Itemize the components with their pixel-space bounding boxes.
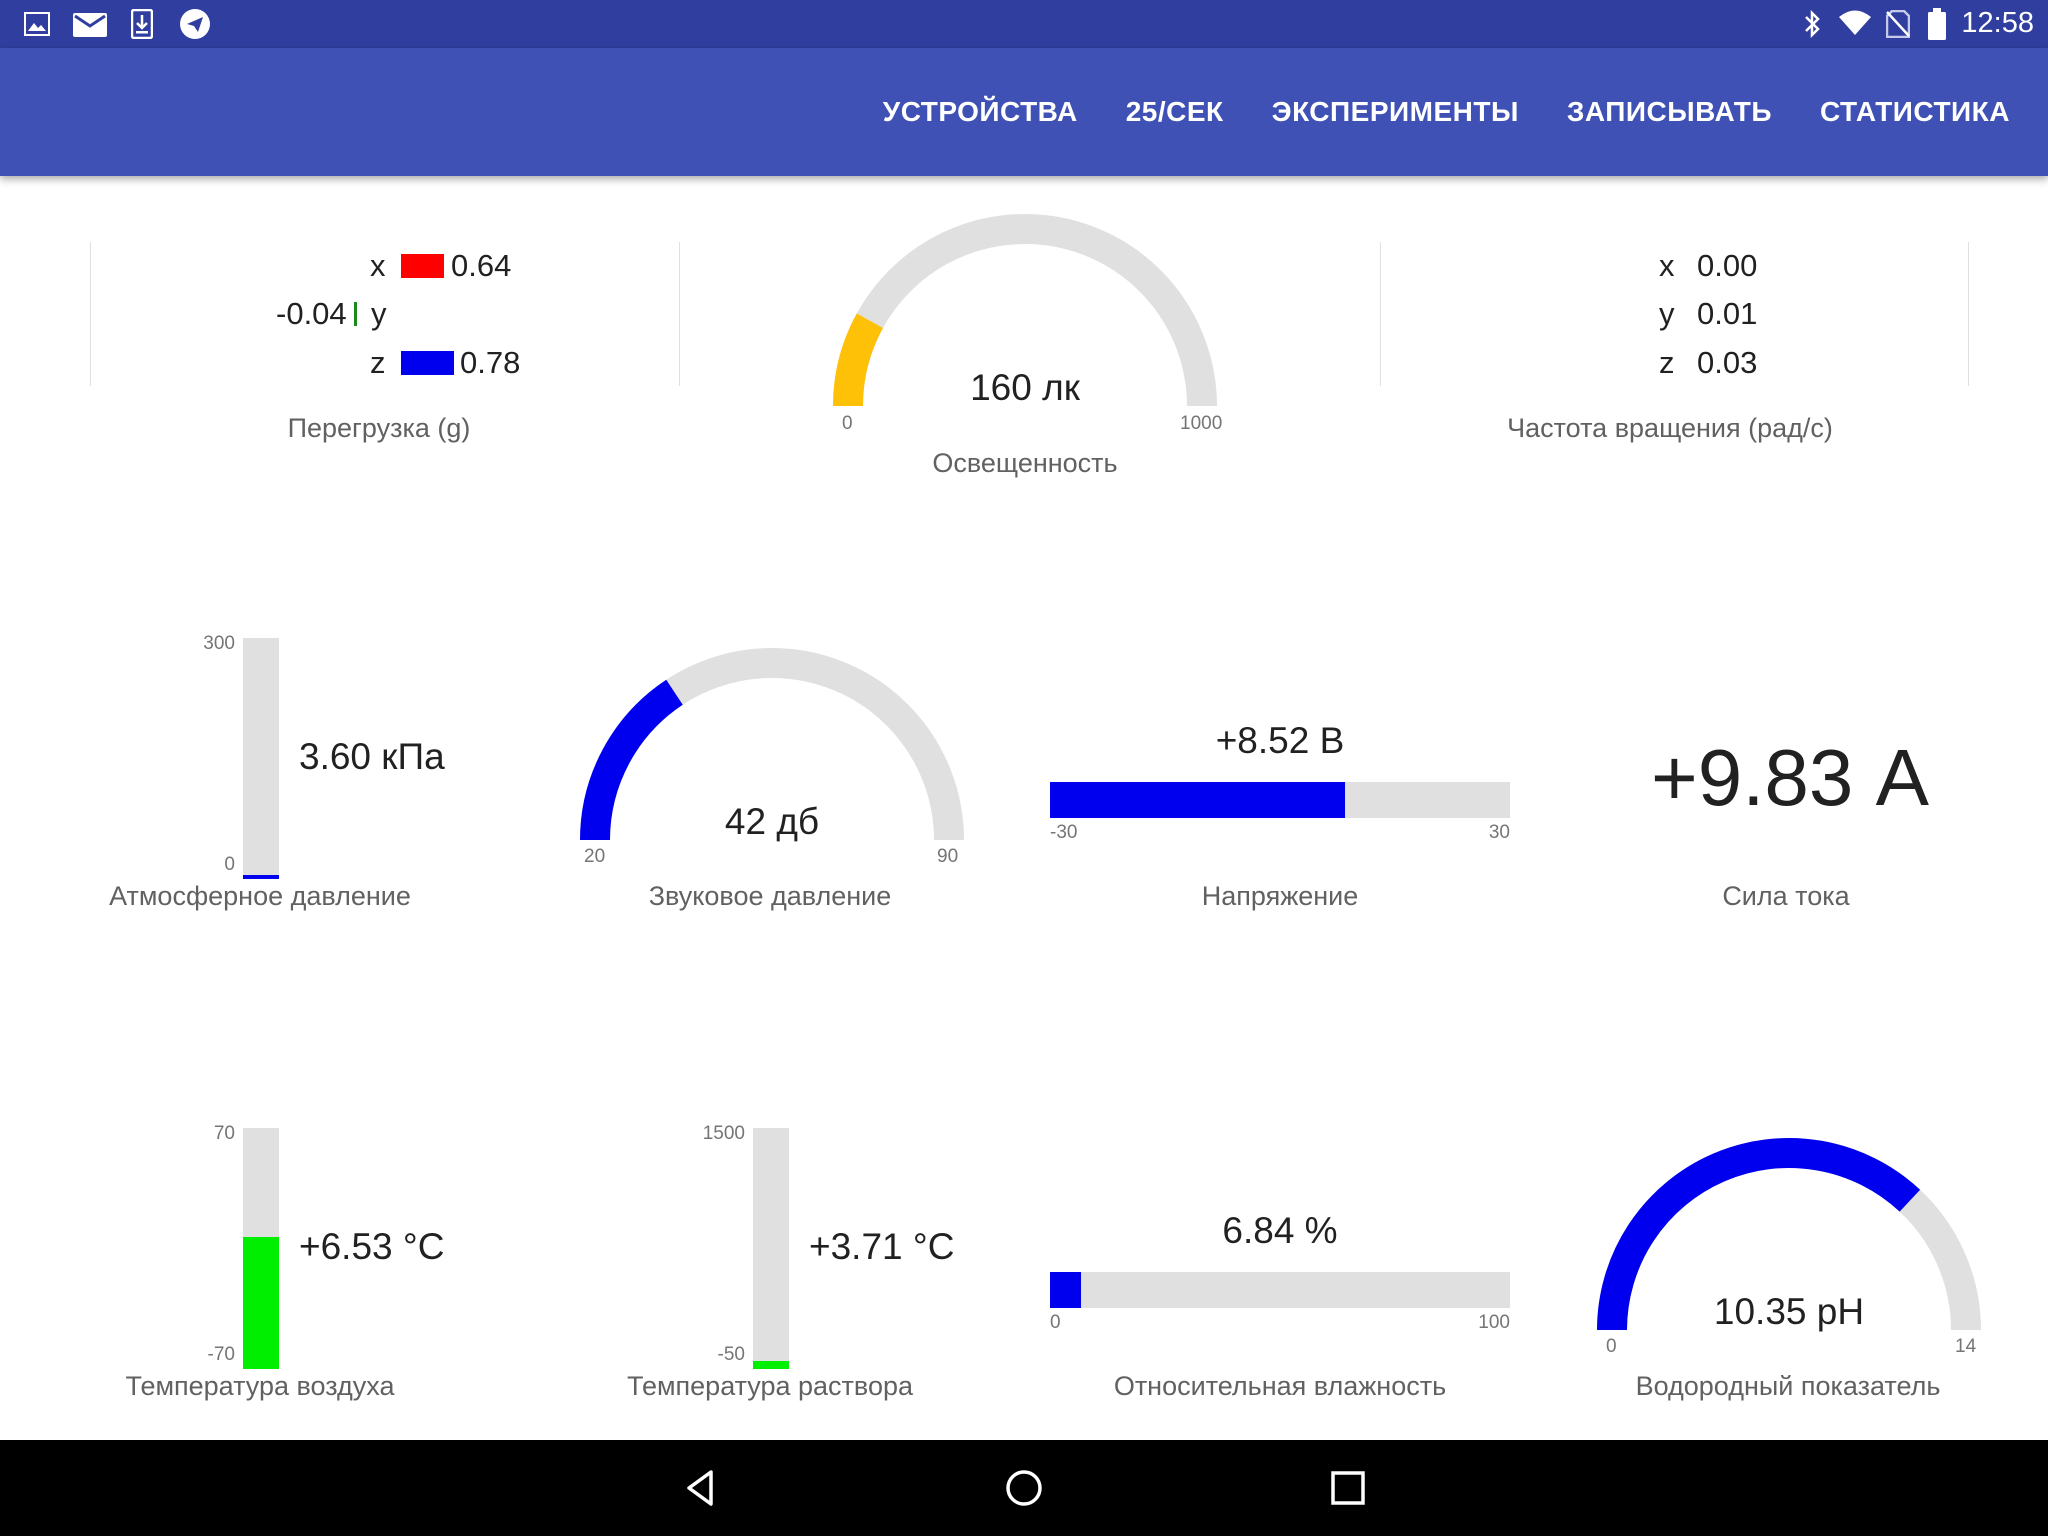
action-menu: УСТРОЙСТВА 25/СЕК ЭКСПЕРИМЕНТЫ ЗАПИСЫВАТ…	[859, 48, 2034, 176]
bluetooth-icon	[1805, 10, 1820, 38]
gauge-value: 160 лк	[970, 367, 1080, 408]
menu-devices[interactable]: УСТРОЙСТВА	[859, 96, 1102, 128]
vertical-bar-track	[243, 1128, 279, 1369]
bar-min: 0	[1050, 1312, 1061, 1333]
gauge-min: 0	[842, 413, 853, 434]
widget-label: Водородный показатель	[1635, 1371, 1941, 1401]
axis-label: x	[370, 248, 386, 283]
status-bar: 12:58	[0, 0, 2048, 48]
widget-label: Звуковое давление	[648, 881, 892, 911]
bar-max: 300	[203, 633, 235, 654]
navigation-bar	[0, 1440, 2048, 1536]
value-bar	[401, 351, 454, 375]
home-icon[interactable]	[1000, 1464, 1048, 1512]
widget-label: Относительная влажность	[1113, 1371, 1447, 1401]
horizontal-bar-fill	[1050, 782, 1346, 818]
bar-max: 70	[213, 1123, 235, 1144]
vertical-bar-track	[753, 1128, 789, 1369]
bar-value: 3.60 кПа	[299, 736, 445, 777]
bar-min: -70	[207, 1344, 235, 1365]
gauge-max: 90	[937, 846, 959, 867]
menu-rate[interactable]: 25/СЕК	[1102, 96, 1248, 128]
horizontal-bar-fill	[1050, 1272, 1082, 1308]
axis-value: 0.00	[1697, 248, 1758, 283]
bar-max: 100	[1478, 1312, 1510, 1333]
bar-min: 0	[224, 854, 235, 875]
mail-icon	[73, 13, 107, 37]
menu-record[interactable]: ЗАПИСЫВАТЬ	[1543, 96, 1796, 128]
widget-label: Сила тока	[1722, 881, 1850, 911]
widget-label: Частота вращения (рад/с)	[1507, 413, 1833, 443]
divider	[679, 242, 680, 386]
axis-label: y	[371, 296, 387, 331]
bar-min: -50	[717, 1344, 745, 1365]
divider	[1968, 242, 1969, 386]
value-bar	[401, 254, 444, 278]
widget-label: Освещенность	[932, 448, 1118, 478]
axis-label: x	[1659, 248, 1675, 283]
axis-value: 0.78	[460, 345, 521, 380]
back-icon[interactable]	[677, 1464, 725, 1512]
divider	[90, 242, 91, 386]
value-bar	[354, 302, 357, 326]
vertical-bar-fill	[243, 1237, 279, 1369]
battery-icon	[1928, 8, 1946, 40]
status-time: 12:58	[1961, 7, 2034, 39]
horizontal-bar-track	[1050, 1272, 1510, 1308]
bar-value: +3.71 °C	[809, 1226, 955, 1267]
bar-max: 30	[1488, 822, 1510, 843]
recents-icon[interactable]	[1324, 1464, 1372, 1512]
telegram-icon	[180, 9, 210, 39]
widget-label: Температура воздуха	[125, 1371, 395, 1401]
widget-label: Перегрузка (g)	[287, 413, 471, 443]
horizontal-bar-track	[1050, 782, 1510, 818]
axis-value: -0.04	[276, 296, 347, 331]
bar-value: +6.53 °C	[299, 1226, 445, 1267]
wifi-icon	[1839, 10, 1871, 35]
axis-value: 0.64	[451, 248, 512, 283]
download-icon	[131, 9, 153, 39]
no-sim-icon	[1886, 10, 1910, 38]
gauge-min: 0	[1606, 1336, 1617, 1357]
menu-statistics[interactable]: СТАТИСТИКА	[1796, 96, 2034, 128]
bar-max: 1500	[702, 1123, 745, 1144]
menu-experiments[interactable]: ЭКСПЕРИМЕНТЫ	[1248, 96, 1543, 128]
vertical-bar-fill	[243, 875, 279, 879]
gauge-value: 42 дб	[724, 801, 820, 842]
gauge-max: 14	[1955, 1336, 1977, 1357]
widget-label: Атмосферное давление	[109, 881, 411, 911]
axis-label: y	[1659, 296, 1675, 331]
axis-label: z	[1659, 345, 1675, 380]
gauge-min: 20	[584, 846, 606, 867]
bar-min: -30	[1050, 822, 1078, 843]
app-bar: УСТРОЙСТВА 25/СЕК ЭКСПЕРИМЕНТЫ ЗАПИСЫВАТ…	[0, 48, 2048, 176]
divider	[1380, 242, 1381, 386]
vertical-bar-fill	[753, 1360, 789, 1369]
bar-value: +8.52 В	[1215, 720, 1345, 761]
bar-value: 6.84 %	[1222, 1210, 1338, 1251]
current-value: +9.83 А	[1650, 733, 1929, 822]
vertical-bar-track	[243, 638, 279, 879]
widget-label: Температура раствора	[626, 1371, 914, 1401]
axis-label: z	[370, 345, 386, 380]
widget-label: Напряжение	[1201, 881, 1359, 911]
image-icon	[24, 12, 50, 36]
axis-value: 0.03	[1697, 345, 1758, 380]
gauge-value: 10.35 pH	[1713, 1291, 1865, 1332]
axis-value: 0.01	[1697, 296, 1758, 331]
gauge-max: 1000	[1180, 413, 1223, 434]
